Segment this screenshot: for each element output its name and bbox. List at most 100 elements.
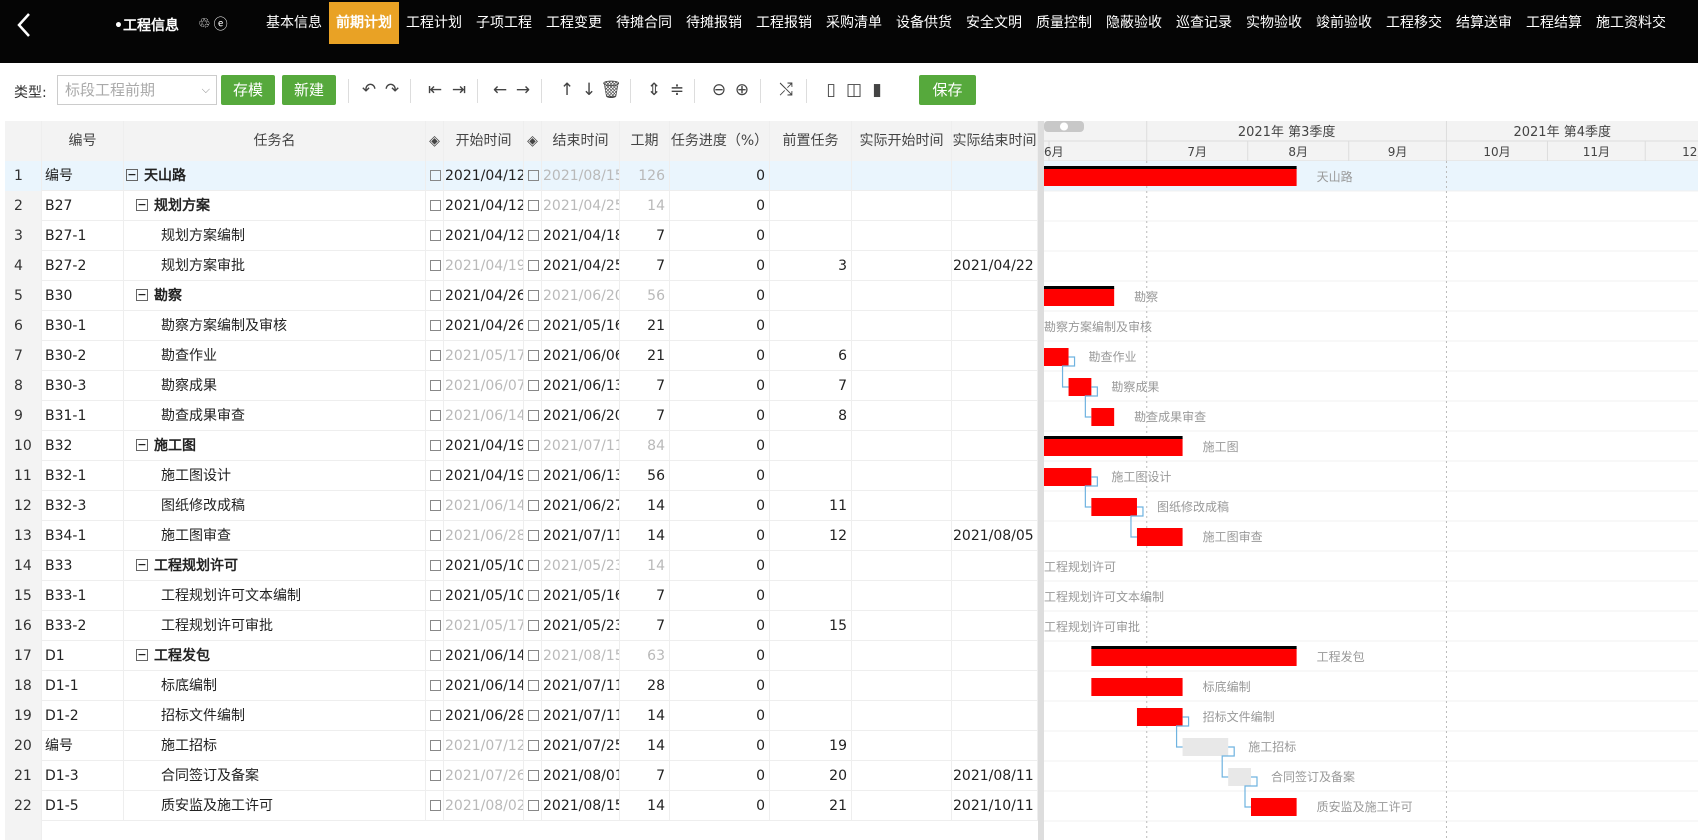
nav-tab[interactable]: 工程结算 [1519,2,1589,44]
progress[interactable]: 0 [670,731,770,761]
task-code[interactable]: B33-2 [42,611,124,641]
end-lock-checkbox[interactable] [524,371,542,401]
task-code[interactable]: 编号 [42,161,124,191]
task-code[interactable]: B27 [42,191,124,221]
header-actual-start[interactable]: 实际开始时间 [852,121,952,161]
start-lock-checkbox[interactable] [426,281,444,311]
predecessor[interactable] [770,641,852,671]
end-lock-checkbox[interactable] [524,251,542,281]
progress[interactable]: 0 [670,701,770,731]
actual-end[interactable]: 2021/10/11 [952,791,1038,821]
nav-tab[interactable]: 安全文明 [959,2,1029,44]
end-date[interactable]: 2021/08/01 [542,761,620,791]
task-code[interactable]: B30 [42,281,124,311]
table-row[interactable]: 4 B27-2 规划方案审批 2021/04/19 2021/04/25 7 0 3 2021/… [5,251,1038,281]
actual-start[interactable] [852,461,952,491]
gantt-bar[interactable] [1068,378,1092,396]
end-date[interactable]: 2021/05/23 [542,551,620,581]
end-date[interactable]: 2021/08/15 [542,791,620,821]
actual-end[interactable] [952,701,1038,731]
actual-start[interactable] [852,701,952,731]
actual-start[interactable] [852,431,952,461]
zoom-in-icon[interactable]: ⊕ [731,79,753,101]
predecessor[interactable]: 20 [770,761,852,791]
progress[interactable]: 0 [670,221,770,251]
project-info-link[interactable]: •工程信息 [114,15,179,35]
table-row[interactable]: 17 D1− 工程发包 2021/06/14 2021/08/15 63 0 [5,641,1038,671]
redo-icon[interactable]: ↷ [381,79,403,101]
actual-start[interactable] [852,161,952,191]
predecessor[interactable] [770,221,852,251]
task-code[interactable]: B30-1 [42,311,124,341]
end-lock-checkbox[interactable] [524,311,542,341]
arrow-up-icon[interactable]: ↑ [556,79,578,101]
duration[interactable]: 14 [620,551,670,581]
gantt-bar[interactable] [1044,288,1115,306]
gantt-bar[interactable] [1044,168,1297,186]
end-lock-checkbox[interactable] [524,551,542,581]
actual-start[interactable] [852,281,952,311]
end-date[interactable]: 2021/05/23 [542,611,620,641]
task-name-cell[interactable]: − 工程规划许可 [124,551,426,581]
start-date[interactable]: 2021/05/10 [444,581,524,611]
actual-end[interactable] [952,491,1038,521]
table-row[interactable]: 14 B33− 工程规划许可 2021/05/10 2021/05/23 14 0 [5,551,1038,581]
progress[interactable]: 0 [670,551,770,581]
nav-tab[interactable]: 基本信息 [259,2,329,44]
predecessor[interactable]: 7 [770,371,852,401]
back-icon[interactable] [10,10,40,40]
end-lock-checkbox[interactable] [524,161,542,191]
progress[interactable]: 0 [670,761,770,791]
end-date[interactable]: 2021/07/11 [542,521,620,551]
timeline-scroll-thumb[interactable] [1060,122,1068,131]
start-date[interactable]: 2021/06/14 [444,491,524,521]
duration[interactable]: 14 [620,521,670,551]
table-row[interactable]: 6 B30-1 勘察方案编制及审核 2021/04/26 2021/05/16 21 0 [5,311,1038,341]
actual-start[interactable] [852,191,952,221]
save-template-button[interactable]: 存模 [221,75,275,105]
progress[interactable]: 0 [670,491,770,521]
predecessor[interactable] [770,431,852,461]
end-date[interactable]: 2021/06/13 [542,461,620,491]
gantt-bar[interactable] [1091,408,1115,426]
table-row[interactable]: 2 B27− 规划方案 2021/04/12 2021/04/25 14 0 [5,191,1038,221]
predecessor[interactable] [770,461,852,491]
duration[interactable]: 7 [620,761,670,791]
actual-end[interactable] [952,221,1038,251]
table-row[interactable]: 15 B33-1 工程规划许可文本编制 2021/05/10 2021/05/16 7 0 [5,581,1038,611]
start-date[interactable]: 2021/04/12 [444,221,524,251]
task-code[interactable]: B31-1 [42,401,124,431]
table-row[interactable]: 8 B30-3 勘察成果 2021/06/07 2021/06/13 7 0 7 [5,371,1038,401]
end-lock-checkbox[interactable] [524,731,542,761]
actual-end[interactable] [952,311,1038,341]
end-lock-checkbox[interactable] [524,641,542,671]
task-name-cell[interactable]: 工程规划许可文本编制 [124,581,426,611]
end-lock-checkbox[interactable] [524,401,542,431]
task-code[interactable]: B32-1 [42,461,124,491]
end-date[interactable]: 2021/04/25 [542,251,620,281]
progress[interactable]: 0 [670,371,770,401]
actual-start[interactable] [852,401,952,431]
header-end[interactable]: 结束时间 [542,121,620,161]
predecessor[interactable] [770,281,852,311]
predecessor[interactable] [770,671,852,701]
actual-end[interactable]: 2021/04/22 [952,251,1038,281]
start-lock-checkbox[interactable] [426,521,444,551]
actual-end[interactable]: 2021/08/11 [952,761,1038,791]
start-date[interactable]: 2021/06/14 [444,641,524,671]
actual-start[interactable] [852,221,952,251]
collapse-icon[interactable]: − [136,289,148,301]
duration[interactable]: 14 [620,791,670,821]
nav-tab[interactable]: 工程报销 [749,2,819,44]
progress[interactable]: 0 [670,251,770,281]
start-lock-checkbox[interactable] [426,791,444,821]
start-lock-checkbox[interactable] [426,461,444,491]
task-name-cell[interactable]: 招标文件编制 [124,701,426,731]
start-lock-checkbox[interactable] [426,371,444,401]
duration[interactable]: 7 [620,251,670,281]
progress[interactable]: 0 [670,461,770,491]
progress[interactable]: 0 [670,311,770,341]
start-lock-checkbox[interactable] [426,251,444,281]
start-lock-checkbox[interactable] [426,761,444,791]
actual-start[interactable] [852,311,952,341]
